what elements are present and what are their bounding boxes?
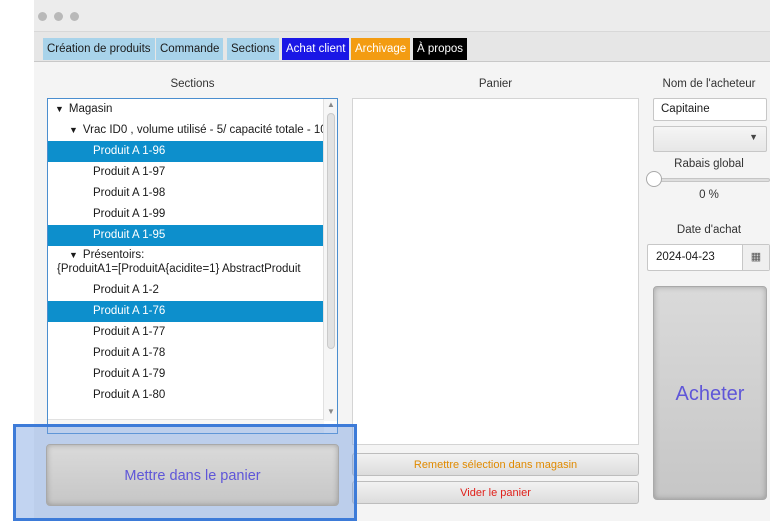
triangle-down-icon[interactable]: ▼ (69, 248, 78, 262)
discount-value: 0 % (699, 189, 719, 201)
sections-tree[interactable]: ▼ Magasin ▼ Vrac ID0 , volume utilisé - 5/ … (47, 98, 338, 434)
tree-item[interactable]: Produit A 1-97 (48, 162, 324, 183)
tree-item[interactable]: Produit A 1-2 (48, 280, 324, 301)
tab-commande[interactable]: Commande (156, 38, 224, 60)
scroll-up-icon[interactable]: ▲ (327, 100, 335, 109)
tree-scroll-thumb[interactable] (327, 113, 335, 349)
tree-item[interactable]: ▼ Magasin (48, 99, 324, 120)
tree-item-label: Produit A 1-80 (93, 389, 166, 401)
tree-item[interactable]: Produit A 1-77 (48, 322, 324, 343)
tree-item[interactable]: Produit A 1-76 (48, 301, 324, 322)
date-label: Date d'achat (676, 224, 742, 236)
tree-item[interactable]: Produit A 1-78 (48, 343, 324, 364)
date-picker[interactable]: 2024-04-23 ▦ (647, 244, 770, 271)
zoom-window-button[interactable] (70, 12, 79, 21)
date-input[interactable]: 2024-04-23 (656, 251, 715, 263)
tree-item-label: Produit A 1-2 (93, 284, 159, 296)
triangle-down-icon[interactable]: ▼ (69, 120, 78, 141)
discount-slider-handle[interactable] (646, 171, 662, 187)
tree-item[interactable]: Produit A 1-98 (48, 183, 324, 204)
sections-title: Sections (170, 78, 215, 90)
tree-item[interactable]: ▼ Présentoirs: {ProduitA1=[ProduitA{acidit… (48, 246, 324, 278)
tree-item[interactable]: Produit A 1-80 (48, 385, 324, 406)
tree-item-label: Magasin (68, 103, 113, 115)
clear-cart-button[interactable]: Vider le panier (352, 481, 639, 504)
buy-button[interactable]: Acheter (653, 286, 767, 500)
tree-item[interactable]: Produit A 1-99 (48, 204, 324, 225)
close-window-button[interactable] (38, 12, 47, 21)
tab-archivage[interactable]: Archivage (351, 38, 411, 60)
tree-item-label: Produit A 1-97 (93, 166, 166, 178)
minimize-window-button[interactable] (54, 12, 63, 21)
calendar-icon[interactable]: ▦ (742, 245, 769, 270)
tree-item[interactable]: ▼ Vrac ID0 , volume utilisé - 5/ capacité… (48, 120, 324, 141)
tree-vertical-scrollbar[interactable]: ▲ ▼ (323, 99, 337, 421)
tree-item[interactable]: Produit A 1-79 (48, 364, 324, 385)
tree-item-label: Produit A 1-98 (93, 187, 166, 199)
panier-list[interactable] (352, 98, 639, 445)
tree-item[interactable]: Produit A 1-95 (48, 225, 324, 246)
tree-item-label: Vrac ID0 , volume utilisé - 5/ capacité … (82, 124, 324, 136)
tree-item-label: Produit A 1-77 (93, 326, 166, 338)
tab-sections[interactable]: Sections (227, 38, 280, 60)
restore-selection-button[interactable]: Remettre sélection dans magasin (352, 453, 639, 476)
tree-item-label: Présentoirs: (82, 249, 145, 261)
tree-item-label: Produit A 1-99 (93, 208, 166, 220)
add-to-cart-button[interactable]: Mettre dans le panier (46, 444, 339, 506)
buyer-select[interactable]: ▼ (653, 126, 767, 152)
triangle-down-icon[interactable]: ▼ (55, 99, 64, 120)
tree-item-detail: {ProduitA1=[ProduitA{acidite=1} Abstract… (57, 263, 301, 275)
chevron-down-icon: ▼ (749, 132, 758, 142)
tree-item-label: Produit A 1-79 (93, 368, 166, 380)
tab-achat-client[interactable]: Achat client (282, 38, 350, 60)
title-bar (34, 0, 770, 32)
tab-a-propos[interactable]: À propos (413, 38, 468, 60)
tab-bar: Création de produits Commande Sections A… (34, 32, 770, 62)
tree-item-label: Produit A 1-95 (93, 229, 166, 241)
buyer-name-label: Nom de l'acheteur (662, 78, 756, 90)
panier-title: Panier (478, 78, 513, 90)
discount-label: Rabais global (674, 158, 744, 170)
tree-item-label: Produit A 1-76 (93, 305, 166, 317)
tab-creation-produits[interactable]: Création de produits (43, 38, 155, 60)
tree-item[interactable]: Produit A 1-96 (48, 141, 324, 162)
buyer-name-input[interactable]: Capitaine (653, 98, 767, 121)
tree-item-label: Produit A 1-78 (93, 347, 166, 359)
tree-item-label: Produit A 1-96 (93, 145, 166, 157)
discount-slider-track[interactable] (654, 178, 770, 182)
scroll-down-icon[interactable]: ▼ (327, 407, 335, 416)
